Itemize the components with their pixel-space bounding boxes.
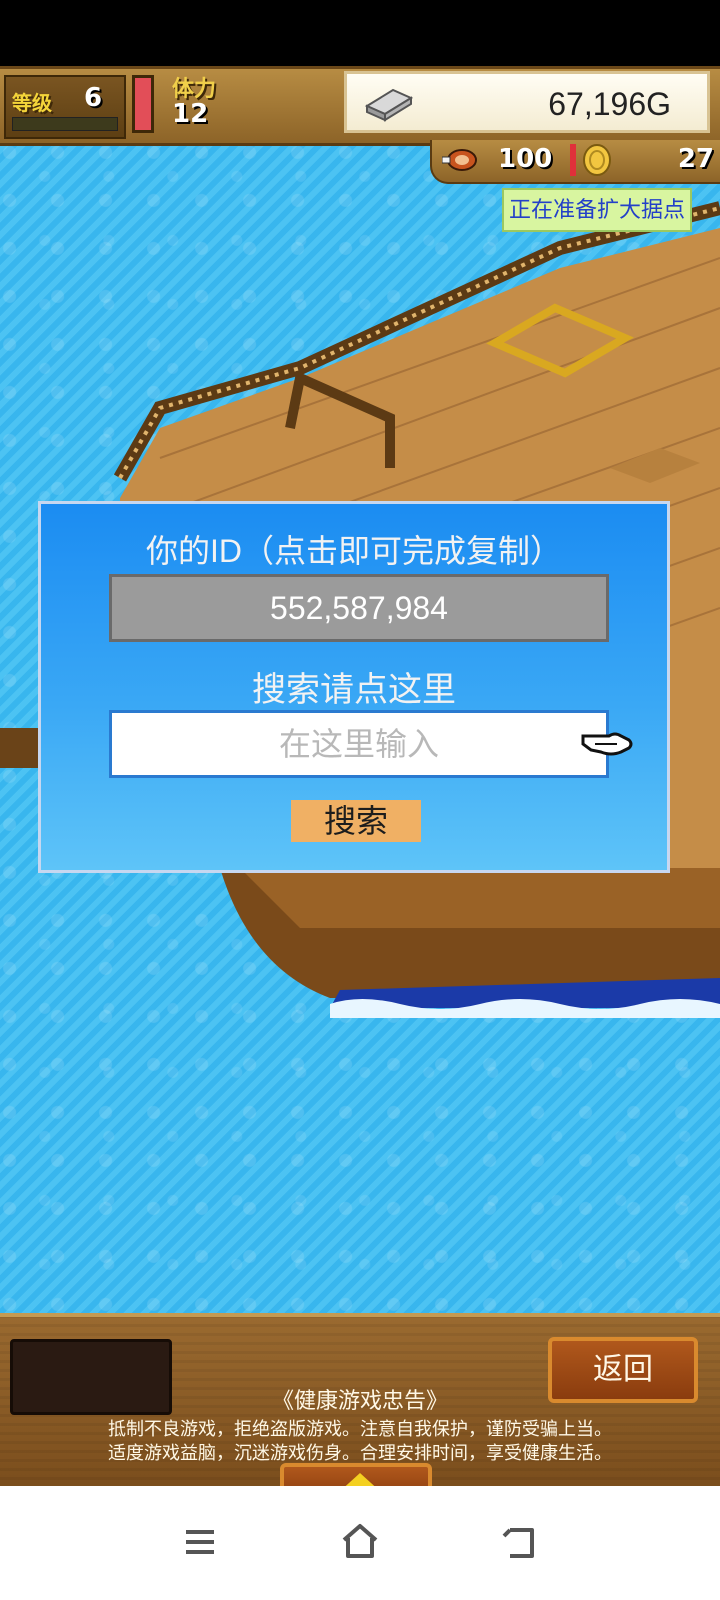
stamina-bar: [132, 75, 154, 133]
coin-value: 27: [677, 144, 714, 174]
resource-row: 100 27: [430, 140, 720, 184]
experience-bar: [12, 117, 118, 131]
home-icon[interactable]: [328, 1510, 392, 1574]
search-button[interactable]: 搜索: [291, 800, 421, 842]
pointing-hand-icon: [581, 732, 633, 756]
meat-icon: [442, 149, 477, 171]
back-icon[interactable]: [488, 1510, 552, 1574]
status-banner[interactable]: 正在准备扩大据点: [502, 188, 692, 232]
food-value: 100: [498, 144, 553, 174]
level-value: 6: [84, 83, 103, 113]
coin-icon: [583, 144, 611, 176]
stamina-value: 12: [172, 99, 209, 129]
level-panel: 等级 6: [4, 75, 126, 139]
search-title: 搜索请点这里: [252, 671, 456, 709]
top-hud: 等级 6 体力 12 67,196G: [0, 66, 720, 146]
system-nav-bar: [0, 1486, 720, 1600]
id-title: 你的ID（点击即可完成复制）: [145, 533, 562, 569]
gold-value: 67,196G: [548, 86, 671, 122]
resource-divider: [570, 144, 576, 176]
health-notice-line-1: 抵制不良游戏，拒绝盗版游戏。注意自我保护，谨防受骗上当。: [108, 1419, 612, 1439]
health-notice-title: 《健康游戏忠告》: [271, 1388, 448, 1413]
bottom-panel: 返回 《健康游戏忠告》 抵制不良游戏，拒绝盗版游戏。注意自我保护，谨防受骗上当。…: [0, 1313, 720, 1503]
gold-panel: 67,196G: [344, 71, 710, 133]
player-id-copy-box[interactable]: 552,587,984: [109, 574, 609, 642]
search-input[interactable]: [109, 710, 609, 778]
id-search-dialog: 你的ID（点击即可完成复制） 552,587,984 搜索请点这里 搜索: [38, 501, 670, 873]
menu-icon[interactable]: [168, 1510, 232, 1574]
level-label: 等级: [12, 91, 52, 115]
health-notice-line-2: 适度游戏益脑，沉迷游戏伤身。合理安排时间，享受健康生活。: [108, 1443, 612, 1463]
silver-bar-icon: [364, 88, 414, 122]
